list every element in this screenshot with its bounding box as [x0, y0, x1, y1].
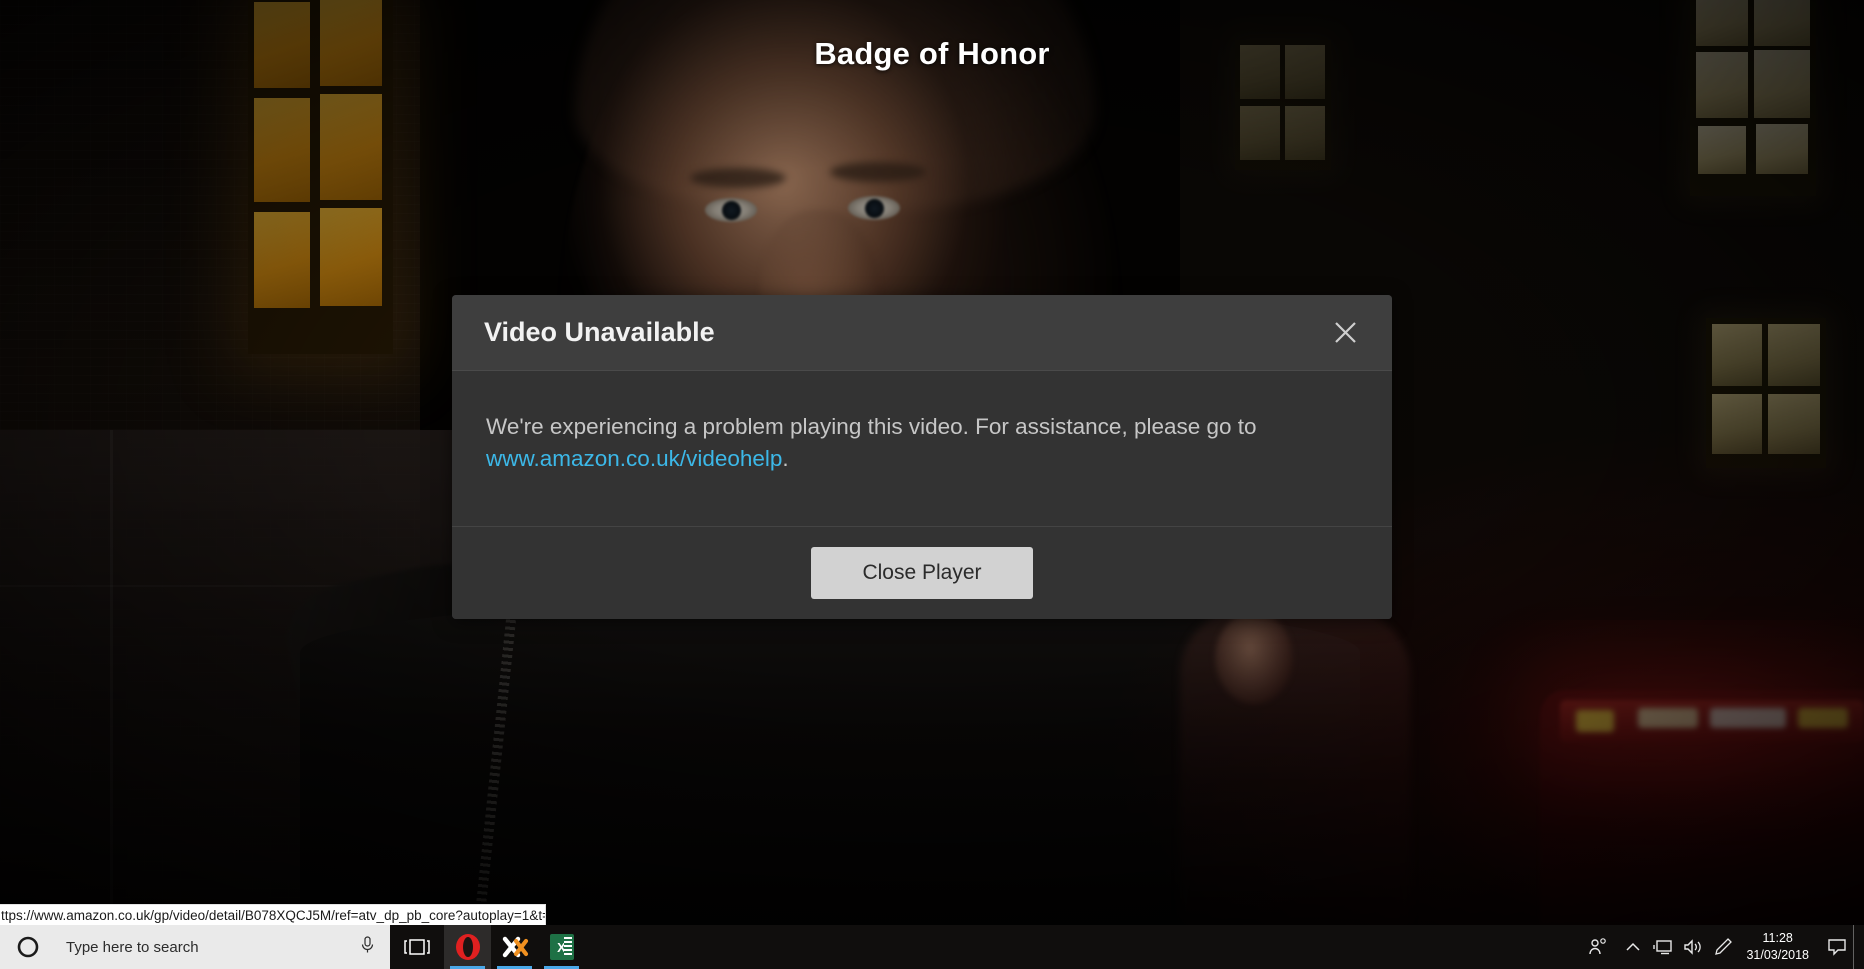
background-storefront-glass [0, 430, 470, 925]
background-window-far-right [1706, 318, 1826, 468]
close-player-button[interactable]: Close Player [811, 547, 1033, 599]
search-placeholder-text: Type here to search [66, 938, 199, 956]
x-cross-icon [502, 936, 528, 958]
video-title: Badge of Honor [814, 36, 1050, 71]
clock-date: 31/03/2018 [1746, 948, 1809, 962]
second-figure-head [1215, 612, 1293, 704]
actor-eye-left [705, 198, 757, 222]
video-player-surface[interactable]: Badge of Honor Video Unavailable We're e… [0, 0, 1864, 925]
actor-hair [575, 0, 1095, 210]
windows-ink-pen-icon[interactable] [1708, 925, 1738, 969]
police-lightbar [1560, 700, 1864, 742]
background-window-upper-right [1690, 0, 1816, 196]
taskbar-app-opera-browser[interactable] [444, 925, 491, 969]
leather-jacket [300, 600, 1360, 925]
search-input[interactable]: Type here to search [56, 925, 390, 969]
people-icon[interactable] [1578, 925, 1618, 969]
police-car [1540, 690, 1864, 925]
background-building-left [0, 0, 420, 925]
windows-start-icon[interactable] [0, 925, 56, 969]
speaker-volume-icon[interactable] [1678, 925, 1708, 969]
dialog-message: We're experiencing a problem playing thi… [486, 411, 1316, 475]
actor-iris-right [865, 199, 884, 218]
chevron-up-icon[interactable] [1618, 925, 1648, 969]
clock-time: 11:28 [1762, 931, 1793, 946]
dialog-message-text-lead: We're experiencing a problem playing thi… [486, 414, 1257, 439]
system-tray: 11:28 31/03/2018 [1578, 925, 1864, 969]
dialog-title: Video Unavailable [484, 317, 715, 347]
close-x-icon[interactable] [1324, 312, 1366, 354]
actor-brow-right [830, 162, 926, 182]
dialog-footer: Close Player [452, 527, 1392, 619]
windows-taskbar: Type here to search X 11:28 31/03/2018 [0, 925, 1864, 969]
taskbar-clock[interactable]: 11:28 31/03/2018 [1738, 925, 1821, 969]
show-desktop-button[interactable] [1853, 925, 1860, 969]
taskbar-app-microsoft-excel[interactable]: X [538, 925, 585, 969]
network-monitor-icon[interactable] [1648, 925, 1678, 969]
opera-icon [455, 934, 480, 960]
task-view-icon[interactable] [390, 925, 444, 969]
excel-icon: X [549, 934, 574, 960]
action-center-icon[interactable] [1821, 925, 1853, 969]
second-figure [1180, 600, 1410, 925]
screen: Badge of Honor Video Unavailable We're e… [0, 0, 1864, 969]
microphone-icon[interactable] [359, 935, 376, 959]
actor-iris-left [722, 201, 741, 220]
video-unavailable-dialog: Video Unavailable We're experiencing a p… [452, 295, 1392, 619]
police-light-glow [1430, 620, 1864, 925]
dialog-header: Video Unavailable [452, 295, 1392, 371]
dialog-message-text-trail: . [782, 445, 789, 471]
actor-eye-right [848, 196, 900, 220]
video-help-link[interactable]: www.amazon.co.uk/videohelp [486, 446, 782, 471]
browser-status-bar-url: ttps://www.amazon.co.uk/gp/video/detail/… [0, 904, 546, 925]
actor-brow-left [690, 168, 786, 188]
dialog-body: We're experiencing a problem playing thi… [452, 371, 1392, 527]
taskbar-app-unknown-x[interactable] [491, 925, 538, 969]
